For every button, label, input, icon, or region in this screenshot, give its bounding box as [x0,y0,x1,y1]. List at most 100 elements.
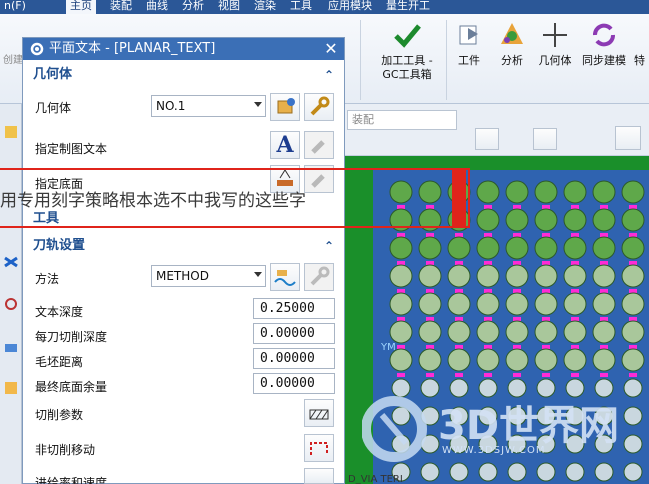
hole [534,180,558,204]
text-marker [455,261,463,265]
final-floor-stock-field[interactable]: 0.00000 [253,373,335,394]
method-select[interactable]: METHOD [151,265,266,287]
drawing-text-label: 指定制图文本 [35,142,108,156]
text-marker [484,345,492,349]
checkmark-icon [394,24,421,48]
text-marker [629,261,637,265]
text-marker [571,345,579,349]
sync-modeling-button[interactable]: 同步建模 [580,14,628,68]
hole [621,180,645,204]
tab-view[interactable]: 视图 [214,0,244,14]
text-marker [397,345,405,349]
final-floor-stock-label: 最终底面余量 [35,380,108,394]
collapse-caret-icon[interactable]: ⌃ [324,64,334,86]
hole [534,320,558,344]
select-drawing-text-button[interactable]: A [270,131,300,159]
geometry-view-icon[interactable] [3,380,19,396]
app-window: n(F) 主页 装配 曲线 分析 视图 渲染 工具 应用模块 量生开工 创建 加… [0,0,649,484]
feeds-speeds-button[interactable] [304,468,334,484]
new-geometry-button[interactable] [270,93,300,121]
dialog-title: 平面文本 - [PLANAR_TEXT] [49,41,216,56]
non-cut-moves-icon [310,442,328,455]
sync-icon [593,23,615,47]
tab-home[interactable]: 主页 [66,0,96,14]
tab-curve[interactable]: 曲线 [142,0,172,14]
text-marker [600,289,608,293]
hole [418,320,442,344]
text-marker [513,205,521,209]
wrench-icon [310,266,330,286]
hole [563,236,587,260]
hole [592,320,616,344]
edit-method-button[interactable] [304,263,334,291]
chevron-down-icon [254,102,262,107]
text-marker [484,373,492,377]
analysis-button[interactable]: 分析 [492,14,532,68]
select-box-button[interactable] [533,128,557,150]
chevron-down-icon [254,272,262,277]
selection-toolbar: 装配 [345,104,649,156]
display-text-button[interactable] [304,131,334,159]
tab-file[interactable]: n(F) [0,0,30,14]
text-depth-field[interactable]: 0.25000 [253,298,335,319]
gc-toolbox-button[interactable]: 加工工具 - GC工具箱 [372,14,442,82]
ribbon-divider [360,20,361,100]
gc-toolbox-label-2: GC工具箱 [382,68,432,81]
annotation-marker [452,168,466,226]
snap-button[interactable] [475,128,499,150]
depth-per-cut-field[interactable]: 0.00000 [253,323,335,344]
text-marker [426,345,434,349]
hole [505,180,529,204]
view-orient-button[interactable] [615,126,641,150]
feature-label: 特 [634,54,645,67]
text-marker [426,373,434,377]
text-marker [571,317,579,321]
section-geometry[interactable]: 几何体 ⌃ [23,64,344,86]
hole [534,292,558,316]
new-method-button[interactable] [270,263,300,291]
analysis-icon [501,23,523,44]
hole [563,292,587,316]
tab-tools[interactable]: 工具 [286,0,316,14]
method-label: 方法 [35,272,60,286]
blank-distance-field[interactable]: 0.00000 [253,348,335,369]
assembly-filter-select[interactable]: 装配 [347,110,457,130]
hole [505,208,529,232]
method-icon[interactable] [3,340,19,356]
geometry-select[interactable]: NO.1 [151,95,266,117]
text-marker [542,317,550,321]
text-marker [571,233,579,237]
geometry-button[interactable]: 几何体 [534,14,576,68]
watermark-logo-icon [362,396,427,462]
tab-analysis[interactable]: 分析 [178,0,208,14]
tab-render[interactable]: 渲染 [250,0,280,14]
machine-icon[interactable] [3,254,19,270]
tab-extra[interactable]: 量生开工 [382,0,434,14]
feature-button[interactable]: 特 [634,14,649,68]
hole [389,320,413,344]
text-marker [542,261,550,265]
hole [534,264,558,288]
text-marker [513,373,521,377]
part-navigator-icon[interactable] [3,124,19,140]
hole [534,348,558,372]
text-marker [571,205,579,209]
cut-params-button[interactable] [304,399,334,427]
hole [476,208,500,232]
text-marker [397,317,405,321]
edit-geometry-button[interactable] [304,93,334,121]
text-marker [484,317,492,321]
tab-applications[interactable]: 应用模块 [324,0,376,14]
tab-assembly[interactable]: 装配 [106,0,136,14]
close-icon[interactable]: ✕ [322,40,340,58]
section-toolpath[interactable]: 刀轨设置 ⌃ [23,235,344,257]
collapse-caret-icon[interactable]: ⌃ [324,235,334,257]
text-marker [600,233,608,237]
text-marker [629,205,637,209]
part-button[interactable]: 工件 [452,14,486,68]
text-marker [542,205,550,209]
non-cut-moves-button[interactable] [304,434,334,462]
sync-modeling-label: 同步建模 [582,54,626,67]
non-cut-moves-label: 非切削移动 [35,443,96,457]
tool-icon[interactable] [3,296,19,312]
